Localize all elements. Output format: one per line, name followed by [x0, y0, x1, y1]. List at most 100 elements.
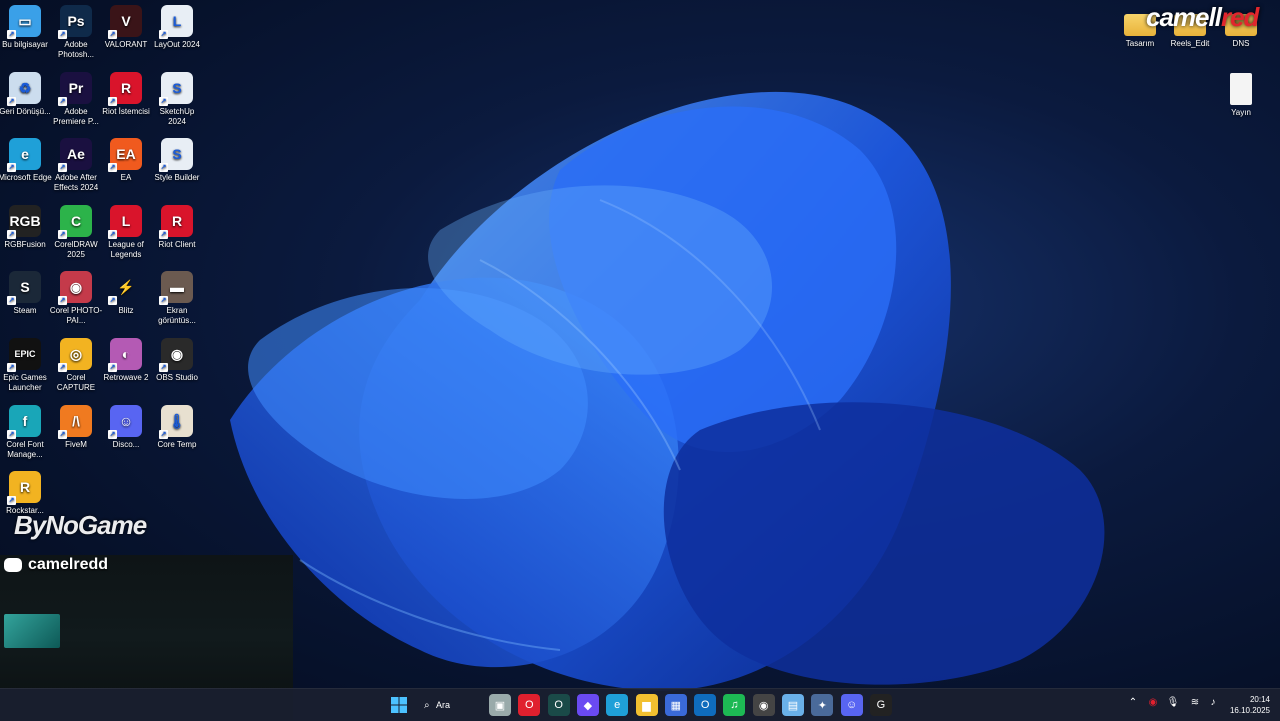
desktop-shortcut[interactable]: S ↗ Style Builder	[150, 138, 204, 183]
desktop-shortcut-label: EA	[120, 173, 132, 183]
edge-taskbar-icon[interactable]: e	[606, 694, 629, 716]
league-icon: L ↗	[108, 204, 142, 239]
notepad-icon[interactable]: ▤	[782, 694, 804, 716]
g-hub-icon[interactable]: G	[869, 694, 892, 716]
desktop-shortcut[interactable]: R ↗ Riot Client	[150, 204, 204, 250]
shortcut-arrow-icon: ↗	[108, 296, 117, 306]
desktop-shortcut[interactable]: ☺ ↗ Disco...	[99, 404, 153, 450]
shortcut-arrow-icon: ↗	[108, 229, 117, 239]
desktop-shortcut[interactable]: ▬ ↗ Ekran görüntüs...	[150, 271, 204, 326]
discord-icon: ☺ ↗	[108, 404, 142, 439]
desktop-shortcut-label: Retrowave 2	[103, 373, 149, 382]
desktop-shortcut-label: Corel PHOTO-PAI...	[49, 306, 103, 326]
wifi-icon[interactable]: ≋	[1188, 697, 1202, 708]
desktop-shortcut-label: Style Builder	[154, 173, 200, 183]
recycle-bin-icon: ♻ ↗	[7, 71, 41, 106]
desktop-shortcut[interactable]: Ps ↗ Adobe Photosh...	[49, 5, 103, 60]
windows-logo-icon	[391, 697, 407, 713]
shortcut-arrow-icon: ↗	[159, 296, 168, 306]
desktop-item-label: Tasarım	[1125, 39, 1155, 48]
desktop-shortcut[interactable]: RGB ↗ RGBFusion	[0, 204, 52, 250]
desktop-shortcut-label: Riot Client	[158, 239, 196, 249]
spotify-icon[interactable]: ♫	[723, 694, 746, 716]
volume-icon[interactable]: ♪	[1206, 697, 1220, 708]
shortcut-arrow-icon: ↗	[7, 496, 16, 506]
microphone-icon[interactable]: 🎙	[1166, 697, 1180, 708]
desktop-shortcut-label: Disco...	[112, 439, 140, 449]
desktop-shortcut[interactable]: V ↗ VALORANT	[99, 5, 153, 50]
show-hidden-icons-button[interactable]: ⌃	[1126, 697, 1140, 708]
obs-taskbar-icon[interactable]: ◉	[752, 694, 775, 716]
riot-client-icon: R ↗	[108, 71, 142, 106]
layout-icon: L ↗	[159, 5, 193, 39]
shortcut-arrow-icon: ↗	[108, 163, 117, 173]
clock[interactable]: 20:14 16.10.2025	[1230, 694, 1270, 716]
discord-taskbar-icon[interactable]: ☺	[840, 694, 863, 716]
epic-games-icon: EPIC ↗	[7, 338, 41, 372]
shortcut-arrow-icon: ↗	[58, 296, 67, 306]
desktop-shortcut-label: OBS Studio	[156, 373, 198, 382]
desktop-shortcut[interactable]: /\ ↗ FiveM	[49, 404, 103, 450]
desktop-shortcut[interactable]: Pr ↗ Adobe Premiere P...	[49, 71, 103, 127]
shortcut-arrow-icon: ↗	[108, 429, 117, 439]
desktop-shortcut[interactable]: EPIC ↗ Epic Games Launcher	[0, 338, 52, 393]
desktop-shortcut[interactable]: ▭ ↗ Bu bilgisayar	[0, 5, 52, 50]
desktop-shortcut-label: League of Legends	[108, 239, 144, 259]
desktop-shortcut[interactable]: R ↗ Riot İstemcisi	[99, 71, 153, 117]
desktop-item-label: Yayın	[1231, 108, 1251, 117]
desktop-shortcut[interactable]: Ae ↗ Adobe After Effects 2024	[49, 138, 103, 193]
shortcut-arrow-icon: ↗	[58, 30, 67, 39]
photoshop-icon: Ps ↗	[58, 5, 92, 39]
desktop-shortcut[interactable]: e ↗ Microsoft Edge	[0, 138, 52, 183]
desktop-shortcut[interactable]: ⚡ ↗ Blitz	[99, 271, 153, 316]
desktop-shortcut-label: RGBFusion	[4, 239, 46, 249]
outlook-icon[interactable]: O	[694, 694, 717, 716]
desktop-shortcut[interactable]: f ↗ Corel Font Manage...	[0, 404, 52, 460]
ea-icon: EA ↗	[108, 138, 142, 173]
desktop-shortcut-label: Blitz	[118, 306, 134, 316]
premiere-icon: Pr ↗	[58, 71, 92, 106]
desktop-shortcut-label: Epic Games Launcher	[3, 373, 47, 392]
desktop-shortcut[interactable]: L ↗ League of Legends	[99, 204, 153, 260]
desktop-shortcut[interactable]: ◎ ↗ Corel CAPTURE	[49, 338, 103, 393]
shortcut-arrow-icon: ↗	[108, 30, 117, 39]
desktop-item-label: Reels_Edit	[1170, 39, 1210, 48]
tray-app-icon[interactable]: ◉	[1146, 697, 1160, 708]
copilot-icon[interactable]: ◆	[576, 694, 599, 716]
discord-logo-icon	[4, 558, 22, 572]
desktop-file[interactable]: Yayın	[1214, 73, 1268, 118]
file-explorer-icon[interactable]: ▆	[635, 694, 658, 716]
desktop-shortcut[interactable]: L ↗ LayOut 2024	[150, 5, 204, 50]
desktop-shortcut[interactable]: ♻ ↗ Geri Dönüşü...	[0, 71, 52, 117]
start-button[interactable]	[388, 694, 410, 716]
computer-icon: ▭ ↗	[7, 5, 41, 39]
edge-icon: e ↗	[7, 138, 41, 173]
desktop-shortcut[interactable]: S ↗ SketchUp 2024	[150, 71, 204, 127]
store-icon[interactable]: ▦	[664, 694, 687, 716]
desktop-shortcut-label: Adobe After Effects 2024	[53, 173, 99, 193]
desktop-shortcut-label: CorelDRAW 2025	[54, 239, 98, 259]
desktop-shortcut[interactable]: C ↗ CorelDRAW 2025	[49, 204, 103, 260]
desktop-shortcut-label: FiveM	[65, 439, 87, 449]
task-view-icon[interactable]: ▣	[489, 694, 511, 716]
discord-handle-overlay: camelredd	[4, 556, 108, 574]
desktop-shortcut[interactable]: ◉ ↗ OBS Studio	[150, 338, 204, 383]
corel-font-manager-icon: f ↗	[7, 404, 41, 439]
opera-gx-icon[interactable]: O	[547, 694, 570, 716]
desktop-shortcut[interactable]: ◐ ↗ Retrowave 2	[99, 338, 153, 383]
desktop-shortcut[interactable]: EA ↗ EA	[99, 138, 153, 183]
desktop-shortcut[interactable]: 🌡 ↗ Core Temp	[150, 404, 204, 450]
desktop-shortcut-label: Geri Dönüşü...	[0, 106, 51, 116]
desktop-shortcut-label: Adobe Premiere P...	[53, 106, 99, 126]
desktop-shortcut[interactable]: ◉ ↗ Corel PHOTO-PAI...	[49, 271, 103, 326]
app-icon[interactable]: ✦	[811, 694, 834, 716]
desktop-shortcut[interactable]: S ↗ Steam	[0, 271, 52, 316]
opera-icon[interactable]: O	[518, 694, 541, 716]
brand-logo-red: red	[1220, 2, 1259, 32]
valorant-icon: V ↗	[108, 5, 142, 39]
discord-handle: camelredd	[28, 556, 109, 573]
retrowave-icon: ◐ ↗	[108, 338, 142, 372]
brand-logo-white: camell	[1146, 2, 1222, 32]
taskbar-search[interactable]: ⌕ Ara	[418, 694, 488, 716]
shortcut-arrow-icon: ↗	[159, 96, 168, 106]
